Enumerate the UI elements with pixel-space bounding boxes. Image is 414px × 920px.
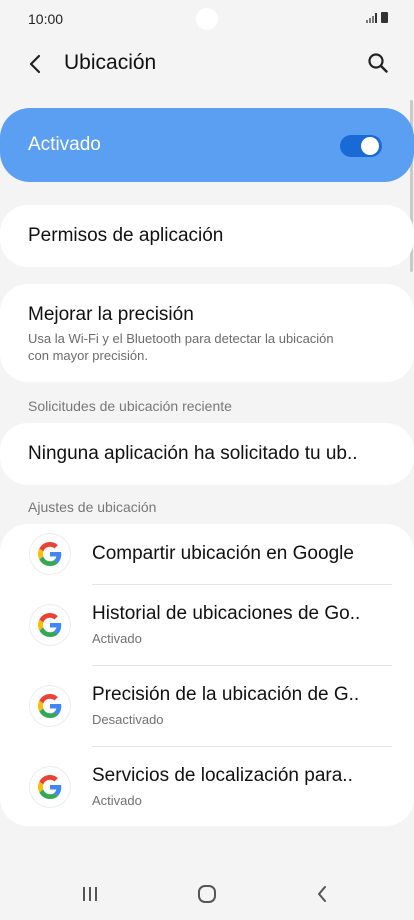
list-item-status: Activado bbox=[92, 793, 142, 808]
signal-icon bbox=[366, 13, 377, 23]
location-services-header: Ajustes de ubicación bbox=[28, 499, 157, 515]
location-toggle[interactable] bbox=[340, 135, 382, 157]
camera-cutout bbox=[196, 8, 218, 30]
master-switch-label: Activado bbox=[28, 134, 101, 155]
list-item-location-accuracy[interactable]: Precisión de la ubicación de G.. Desacti… bbox=[0, 666, 414, 746]
google-g-icon bbox=[30, 767, 70, 807]
search-button[interactable] bbox=[364, 49, 392, 77]
google-g-icon bbox=[30, 605, 70, 645]
home-button[interactable] bbox=[187, 880, 227, 908]
app-permissions-label: Permisos de aplicación bbox=[28, 225, 224, 246]
status-bar: 10:00 bbox=[0, 0, 414, 38]
battery-icon bbox=[381, 12, 388, 23]
list-item-title: Precisión de la ubicación de G.. bbox=[92, 684, 360, 705]
recents-button[interactable] bbox=[70, 880, 110, 908]
list-item-status: Desactivado bbox=[92, 712, 164, 727]
recents-icon bbox=[83, 887, 97, 901]
list-item-emergency-location[interactable]: Servicios de localización para.. Activad… bbox=[0, 747, 414, 826]
recent-requests-item: Ninguna aplicación ha solicitado tu ub.. bbox=[0, 423, 414, 485]
list-item-title: Servicios de localización para.. bbox=[92, 765, 353, 786]
list-item-location-history[interactable]: Historial de ubicaciones de Go.. Activad… bbox=[0, 585, 414, 665]
google-g-icon bbox=[30, 686, 70, 726]
search-icon bbox=[368, 53, 388, 73]
app-bar: Ubicación bbox=[0, 38, 414, 90]
back-button[interactable] bbox=[22, 50, 50, 78]
list-item-status: Activado bbox=[92, 631, 142, 646]
back-nav-icon bbox=[318, 886, 326, 902]
google-g-icon bbox=[38, 694, 62, 718]
list-item-title: Historial de ubicaciones de Go.. bbox=[92, 603, 361, 624]
app-permissions-item[interactable]: Permisos de aplicación bbox=[0, 205, 414, 267]
list-item-title: Compartir ubicación en Google bbox=[92, 543, 354, 564]
page-title: Ubicación bbox=[64, 51, 157, 74]
google-g-icon bbox=[38, 542, 62, 566]
status-time: 10:00 bbox=[28, 11, 64, 27]
google-g-icon bbox=[30, 534, 70, 574]
google-g-icon bbox=[38, 613, 62, 637]
back-arrow-icon bbox=[29, 54, 41, 74]
recent-requests-header: Solicitudes de ubicación reciente bbox=[28, 398, 232, 414]
improve-accuracy-item[interactable]: Mejorar la precisión Usa la Wi-Fi y el B… bbox=[0, 284, 414, 382]
improve-accuracy-title: Mejorar la precisión bbox=[28, 304, 194, 325]
location-master-switch[interactable]: Activado bbox=[0, 108, 414, 182]
home-icon bbox=[198, 885, 216, 903]
google-g-icon bbox=[38, 775, 62, 799]
recent-requests-message: Ninguna aplicación ha solicitado tu ub.. bbox=[28, 443, 358, 464]
status-icons bbox=[366, 12, 388, 23]
improve-accuracy-subtitle: Usa la Wi-Fi y el Bluetooth para detecta… bbox=[28, 331, 334, 363]
toggle-knob bbox=[361, 137, 379, 155]
location-services-card: Compartir ubicación en Google Historial … bbox=[0, 524, 414, 826]
navigation-bar bbox=[0, 862, 414, 920]
back-nav-button[interactable] bbox=[302, 880, 342, 908]
list-item-google-location-sharing[interactable]: Compartir ubicación en Google bbox=[0, 524, 414, 584]
